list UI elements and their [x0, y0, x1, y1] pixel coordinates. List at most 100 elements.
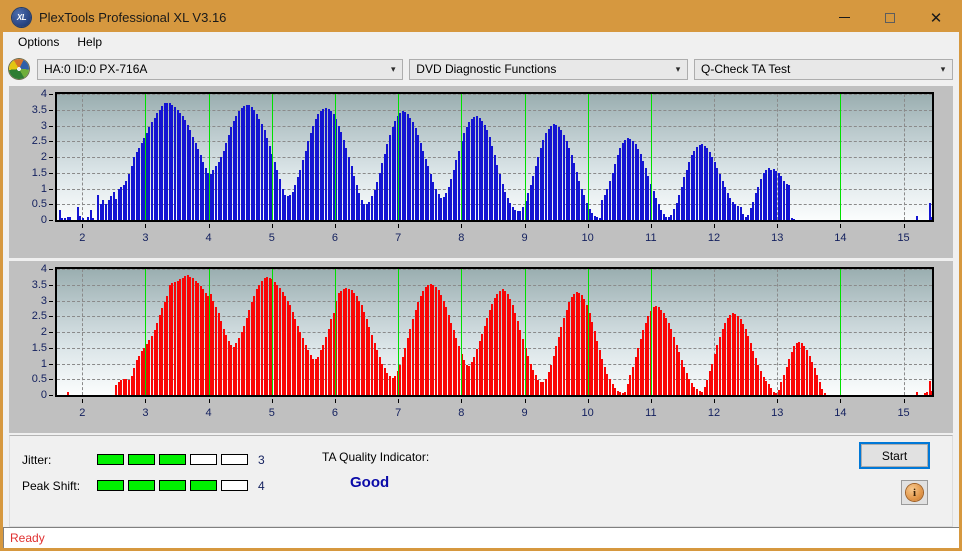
chart-marker-line: [840, 94, 842, 220]
x-axis-tick-label: 13: [771, 407, 784, 419]
chart-marker-line: [524, 94, 526, 220]
x-axis-tick-label: 7: [395, 407, 402, 419]
x-axis-tick-mark: [82, 224, 84, 228]
chevron-down-icon: ▾: [940, 63, 946, 74]
x-axis-tick-mark: [777, 399, 779, 403]
chart-marker-line: [398, 94, 400, 220]
meter-block: [221, 480, 248, 491]
y-axis-tick-mark: [49, 188, 53, 190]
x-axis-tick-label: 8: [458, 232, 465, 244]
y-axis-tick-mark: [49, 172, 53, 174]
function-select[interactable]: DVD Diagnostic Functions ▾: [409, 58, 688, 80]
chart-marker-line: [461, 269, 463, 395]
y-axis-tick-mark: [49, 316, 53, 318]
y-axis-tick-mark: [49, 94, 53, 95]
y-axis-tick-mark: [49, 269, 53, 270]
y-axis-tick-mark: [49, 284, 53, 286]
chevron-down-icon: ▾: [391, 63, 396, 74]
y-axis-tick-label: 4: [40, 263, 47, 275]
x-axis-tick-label: 12: [707, 407, 721, 419]
minimize-button[interactable]: [821, 3, 867, 32]
x-axis-tick-label: 4: [205, 232, 212, 244]
title-bar: XL PlexTools Professional XL V3.16 ✕: [3, 3, 959, 32]
chart-bar: [931, 217, 932, 220]
app-icon-label: XL: [16, 13, 27, 22]
peakshift-value: 4: [258, 478, 265, 493]
chart-marker-line: [145, 269, 147, 395]
menu-item-help[interactable]: Help: [68, 33, 111, 52]
y-axis-tick-label: 3.5: [31, 278, 47, 291]
y-axis-tick-label: 0: [40, 214, 47, 226]
y-axis-tick-mark: [49, 204, 53, 206]
application-window: XL PlexTools Professional XL V3.16 ✕ Opt…: [0, 0, 962, 551]
x-axis-tick-label: 13: [771, 232, 784, 244]
selector-bar: HA:0 ID:0 PX-716A ▾ DVD Diagnostic Funct…: [3, 54, 959, 84]
x-axis-tick-label: 9: [521, 407, 528, 419]
window-title: PlexTools Professional XL V3.16: [39, 10, 227, 25]
jitter-chart-x-axis: 2 3 4 5 6 7 8 9 10 11 12 13 14 15: [55, 224, 934, 254]
y-axis-tick-mark: [49, 347, 53, 349]
test-select[interactable]: Q-Check TA Test ▾: [693, 58, 953, 80]
chart-marker-line: [840, 269, 842, 395]
y-axis-tick-label: 1.5: [31, 166, 47, 179]
y-axis-tick-label: 2.5: [31, 135, 47, 148]
x-axis-tick-mark: [714, 224, 716, 228]
chart-marker-line: [208, 269, 210, 395]
y-axis-tick-mark: [49, 379, 53, 381]
x-axis-tick-label: 6: [331, 407, 339, 419]
chart-bars: [57, 94, 932, 220]
menu-item-options[interactable]: Options: [9, 33, 68, 52]
x-axis-tick-label: 14: [834, 407, 847, 419]
x-axis-tick-mark: [840, 399, 842, 403]
start-button[interactable]: Start: [861, 444, 928, 467]
chart-marker-line: [334, 94, 336, 220]
peakshift-meter-row: Peak Shift: 4: [22, 476, 265, 495]
x-axis-tick-label: 14: [834, 232, 847, 244]
x-axis-tick-label: 9: [521, 232, 528, 244]
drive-select[interactable]: HA:0 ID:0 PX-716A ▾: [37, 58, 404, 80]
chart-marker-line: [461, 94, 463, 220]
x-axis-tick-mark: [461, 224, 463, 228]
x-axis-tick-label: 3: [142, 407, 149, 419]
maximize-button[interactable]: [867, 3, 913, 32]
chart-bar: [931, 391, 932, 395]
chart-marker-line: [587, 94, 589, 220]
chart-bar: [823, 393, 826, 395]
x-axis-tick-mark: [145, 399, 147, 403]
jitter-chart: 0 0.5 1 1.5 2 2.5 3 3.5 4 2 3 4 5 6 7 8 9 10 11 12 13 14 15: [9, 86, 953, 258]
chart-marker-line: [334, 269, 336, 395]
x-axis-tick-label: 15: [897, 232, 910, 244]
x-axis-tick-label: 5: [268, 407, 275, 419]
jitter-meter: [97, 454, 248, 465]
window-controls: ✕: [821, 3, 959, 32]
y-axis-tick-mark: [49, 332, 53, 333]
close-button[interactable]: ✕: [913, 3, 959, 32]
y-axis-tick-mark: [49, 300, 53, 302]
x-axis-tick-mark: [650, 399, 652, 403]
y-axis-tick-label: 0: [40, 389, 47, 401]
x-axis-tick-mark: [82, 399, 84, 403]
y-axis-tick-label: 2: [40, 151, 47, 163]
charts-area: 0 0.5 1 1.5 2 2.5 3 3.5 4 2 3 4 5 6 7 8 9 10 11 12 13 14 15 0…: [3, 84, 959, 433]
chart-marker-line: [271, 94, 273, 220]
info-button[interactable]: i: [901, 480, 928, 505]
y-axis-tick-label: 3: [40, 294, 47, 307]
peakshift-chart-plot: [55, 267, 934, 397]
x-axis-tick-label: 7: [395, 232, 402, 244]
peakshift-meter: [97, 480, 248, 491]
x-axis-tick-label: 15: [897, 407, 910, 419]
ta-quality-label: TA Quality Indicator:: [322, 450, 430, 464]
results-panel: Jitter: 3 Peak Shift: 4 TA Quality Indic…: [9, 435, 953, 527]
ta-quality-value: Good: [350, 474, 390, 491]
meter-block: [190, 454, 217, 465]
y-axis-tick-label: 0.5: [31, 198, 47, 211]
peakshift-chart: 0 0.5 1 1.5 2 2.5 3 3.5 4 2 3 4 5 6 7 8 9 10 11 12 13 14 15: [9, 261, 953, 433]
x-axis-tick-mark: [271, 399, 273, 403]
jitter-chart-y-axis: 0 0.5 1 1.5 2 2.5 3 3.5 4: [9, 88, 53, 226]
y-axis-tick-label: 4: [40, 88, 47, 100]
x-axis-tick-label: 8: [458, 407, 465, 419]
x-axis-tick-mark: [777, 224, 779, 228]
y-axis-tick-label: 3.5: [31, 103, 47, 116]
x-axis-tick-mark: [903, 224, 905, 228]
y-axis-tick-label: 1: [40, 357, 47, 370]
